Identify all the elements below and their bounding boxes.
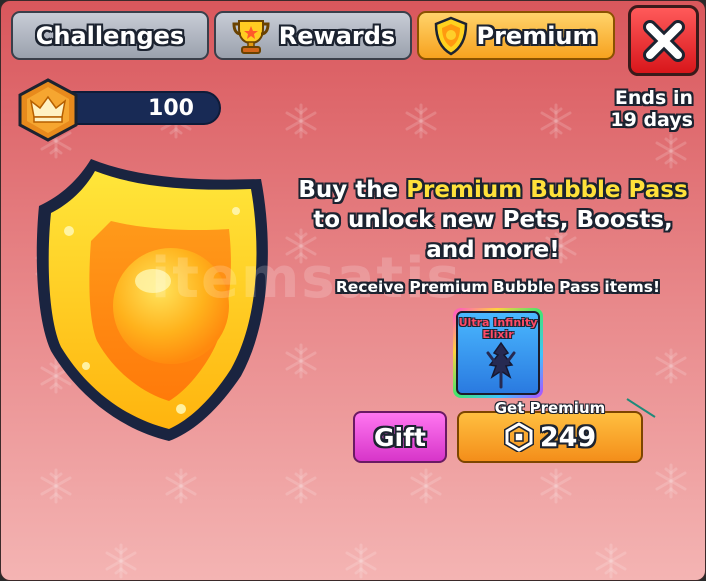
get-premium-label: Get Premium	[494, 399, 606, 417]
robux-icon	[503, 422, 534, 452]
get-premium-button[interactable]: 249	[457, 411, 643, 463]
close-icon	[642, 19, 685, 62]
reward-item-card[interactable]: Ultra Infinity Elixir	[453, 308, 543, 398]
elixir-icon	[486, 341, 516, 389]
headline-part1: Buy the	[298, 177, 407, 203]
bubble-pass-window: Challenges Rewards Premium 100 Ends in 1…	[0, 0, 706, 581]
crown-badge-icon	[18, 78, 78, 142]
ends-in-days: 19 days	[610, 109, 693, 131]
tab-challenges[interactable]: Challenges	[11, 11, 209, 60]
trophy-icon	[232, 19, 270, 54]
currency-value: 100	[148, 95, 194, 121]
headline: Buy the Premium Bubble Pass to unlock ne…	[293, 175, 693, 265]
reward-item-inner: Ultra Infinity Elixir	[456, 311, 540, 395]
tab-premium-label: Premium	[476, 21, 598, 50]
ends-in-label: Ends in 19 days	[610, 87, 693, 131]
tab-challenges-label: Challenges	[35, 21, 185, 50]
gift-button-label: Gift	[374, 422, 426, 452]
gift-button[interactable]: Gift	[353, 411, 447, 463]
ends-in-line1: Ends in	[614, 87, 693, 109]
headline-highlight: Premium Bubble Pass	[406, 177, 688, 203]
tab-premium[interactable]: Premium	[417, 11, 615, 60]
headline-part2: to unlock new Pets, Boosts, and more!	[313, 207, 673, 263]
close-button[interactable]	[628, 5, 699, 76]
tab-rewards[interactable]: Rewards	[214, 11, 412, 60]
tab-rewards-label: Rewards	[278, 21, 396, 50]
stray-line	[626, 398, 656, 418]
premium-price: 249	[539, 421, 597, 453]
subline: Receive Premium Bubble Pass items!	[335, 278, 661, 296]
shield-icon	[435, 16, 468, 55]
